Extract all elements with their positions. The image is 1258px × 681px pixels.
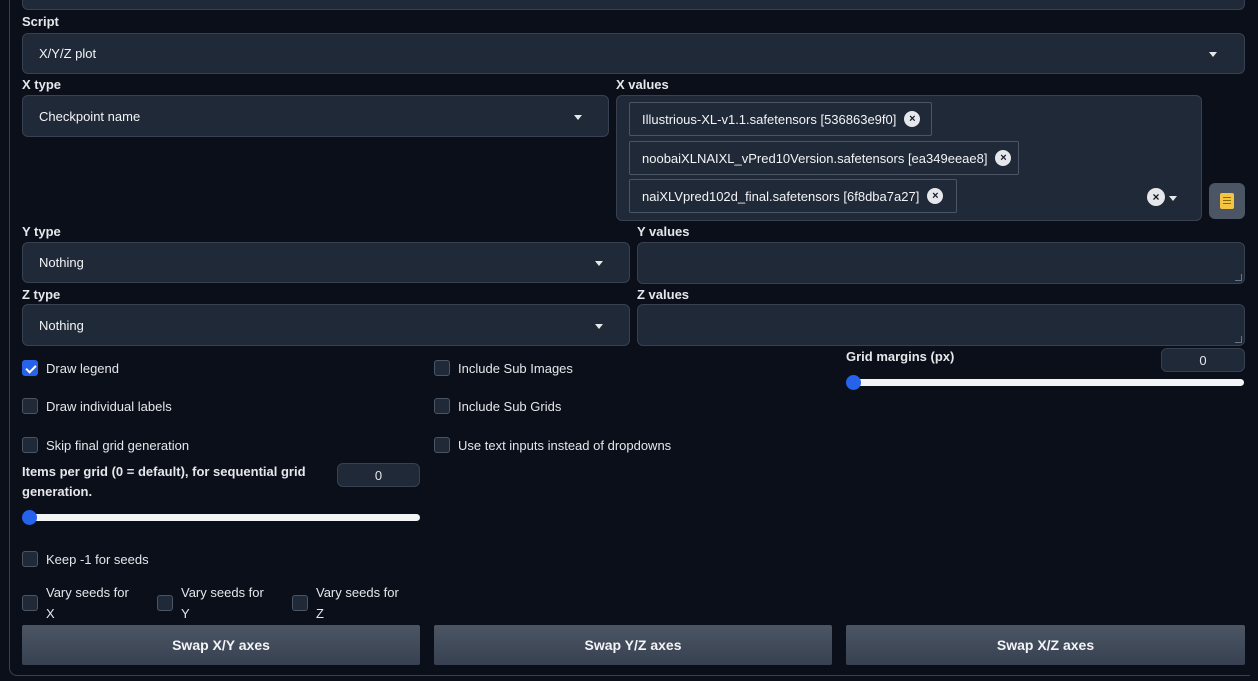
remove-token-icon[interactable]: ×: [927, 188, 944, 204]
x-value-token-label: noobaiXLNAIXL_vPred10Version.safetensors…: [642, 150, 988, 166]
items-per-grid-slider-thumb[interactable]: [22, 510, 37, 525]
x-value-token: naiXLVpred102d_final.safetensors [6f8dba…: [629, 179, 957, 213]
fill-values-button[interactable]: [1209, 183, 1245, 219]
keep-minus-one-checkbox[interactable]: Keep -1 for seeds: [22, 551, 149, 567]
items-per-grid-slider[interactable]: [24, 514, 420, 521]
vary-seeds-y-checkbox[interactable]: [157, 595, 173, 611]
swap-xy-button[interactable]: Swap X/Y axes: [22, 625, 420, 665]
grid-margins-slider-thumb[interactable]: [846, 375, 861, 390]
checkbox-label: Include Sub Grids: [458, 398, 562, 414]
checkbox-box[interactable]: [434, 437, 450, 453]
script-dropdown[interactable]: X/Y/Z plot: [22, 33, 1245, 74]
y-values-label: Y values: [637, 224, 690, 239]
x-values-label: X values: [616, 77, 669, 92]
x-type-dropdown[interactable]: Checkpoint name: [22, 95, 609, 137]
vary-seeds-z-checkbox[interactable]: [292, 595, 308, 611]
include-sub-grids-checkbox[interactable]: Include Sub Grids: [434, 398, 561, 414]
y-type-label: Y type: [22, 224, 61, 239]
x-value-token: Illustrious-XL-v1.1.safetensors [536863e…: [629, 102, 932, 136]
include-sub-images-checkbox[interactable]: Include Sub Images: [434, 360, 573, 376]
z-type-value: Nothing: [39, 317, 84, 333]
z-values-input[interactable]: [637, 304, 1245, 346]
y-values-input[interactable]: [637, 242, 1245, 284]
vary-seeds-line1: Vary seeds for: [46, 585, 129, 600]
checkbox-label: Use text inputs instead of dropdowns: [458, 437, 672, 453]
x-value-token-label: naiXLVpred102d_final.safetensors [6f8dba…: [642, 188, 920, 204]
x-type-value: Checkpoint name: [39, 108, 141, 124]
z-type-label: Z type: [22, 287, 61, 302]
checkbox-label: Include Sub Images: [458, 360, 573, 376]
checkbox-box[interactable]: [22, 551, 38, 567]
vary-seeds-y-label: Vary seeds for Y: [181, 582, 264, 624]
vary-seeds-x-checkbox[interactable]: [22, 595, 38, 611]
notebook-icon: [1220, 193, 1234, 209]
remove-token-icon[interactable]: ×: [995, 150, 1012, 166]
chevron-down-icon: [574, 115, 582, 120]
swap-xz-button[interactable]: Swap X/Z axes: [846, 625, 1245, 665]
grid-margins-slider[interactable]: [848, 379, 1244, 386]
vary-seeds-line2: Y: [181, 606, 190, 621]
checkbox-label: Draw individual labels: [46, 398, 172, 414]
checkbox-box[interactable]: [434, 398, 450, 414]
x-value-token: noobaiXLNAIXL_vPred10Version.safetensors…: [629, 141, 1019, 175]
z-type-dropdown[interactable]: Nothing: [22, 304, 630, 346]
items-per-grid-label-line2: generation.: [22, 484, 93, 499]
items-per-grid-number[interactable]: 0: [337, 463, 420, 487]
checkbox-label: Skip final grid generation: [46, 437, 190, 453]
vary-seeds-line1: Vary seeds for: [181, 585, 264, 600]
checkbox-box[interactable]: [22, 398, 38, 414]
checkbox-box[interactable]: [22, 360, 38, 376]
top-field-edge: [22, 0, 1245, 10]
swap-yz-button[interactable]: Swap Y/Z axes: [434, 625, 832, 665]
scrollbar[interactable]: [1250, 0, 1258, 681]
y-type-dropdown[interactable]: Nothing: [22, 242, 630, 283]
chevron-down-icon[interactable]: [1169, 196, 1177, 201]
remove-token-icon[interactable]: ×: [904, 111, 921, 127]
use-text-inputs-checkbox[interactable]: Use text inputs instead of dropdowns: [434, 437, 671, 453]
chevron-down-icon: [595, 261, 603, 266]
vary-seeds-line1: Vary seeds for: [316, 585, 399, 600]
checkbox-box[interactable]: [22, 437, 38, 453]
x-value-token-label: Illustrious-XL-v1.1.safetensors [536863e…: [642, 111, 897, 127]
draw-individual-labels-checkbox[interactable]: Draw individual labels: [22, 398, 172, 414]
vary-seeds-line2: Z: [316, 606, 324, 621]
vary-seeds-z-label: Vary seeds for Z: [316, 582, 399, 624]
grid-margins-label: Grid margins (px): [846, 349, 955, 364]
checkbox-label: Keep -1 for seeds: [46, 551, 149, 567]
clear-all-icon[interactable]: ×: [1147, 188, 1165, 206]
x-type-label: X type: [22, 77, 62, 92]
items-per-grid-label-line1: Items per grid (0 = default), for sequen…: [22, 464, 306, 479]
z-values-label: Z values: [637, 287, 690, 302]
skip-final-grid-checkbox[interactable]: Skip final grid generation: [22, 437, 189, 453]
vary-seeds-line2: X: [46, 606, 55, 621]
grid-margins-number[interactable]: 0: [1161, 348, 1245, 372]
chevron-down-icon: [595, 324, 603, 329]
y-type-value: Nothing: [39, 255, 84, 270]
vary-seeds-x-label: Vary seeds for X: [46, 582, 129, 624]
script-label: Script: [22, 14, 59, 29]
chevron-down-icon: [1209, 52, 1217, 57]
script-value: X/Y/Z plot: [39, 46, 97, 61]
checkbox-label: Draw legend: [46, 360, 119, 376]
draw-legend-checkbox[interactable]: Draw legend: [22, 360, 119, 376]
checkbox-box[interactable]: [434, 360, 450, 376]
